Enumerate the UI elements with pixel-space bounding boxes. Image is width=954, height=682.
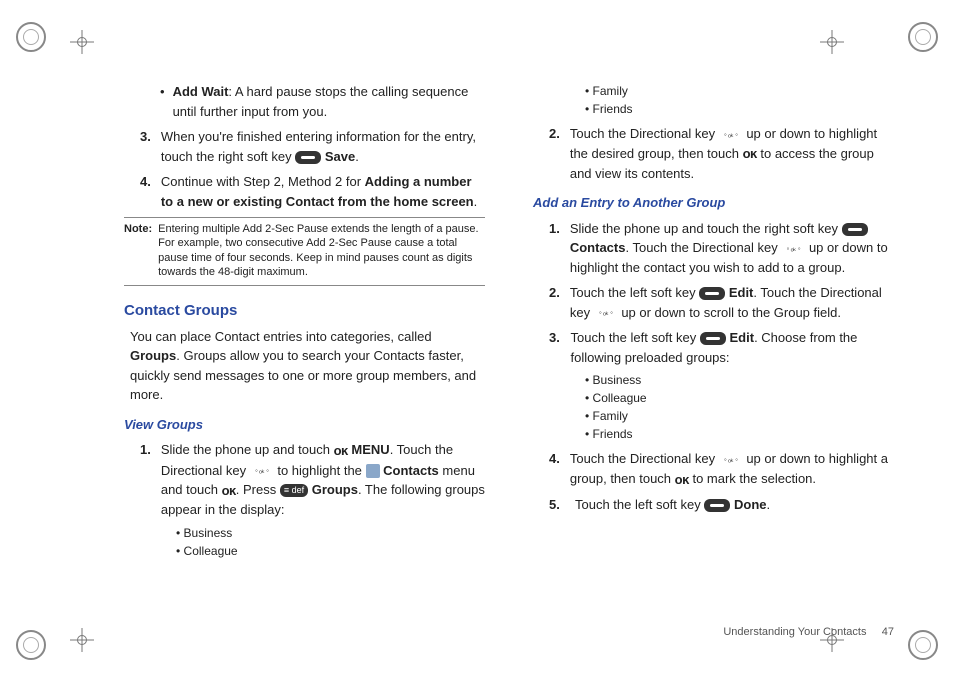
softkey-icon [295,151,321,164]
step-number: 4. [549,449,560,489]
step-4-text-a: Continue with Step 2, Method 2 for [161,174,365,189]
step-4: 4. Continue with Step 2, Method 2 for Ad… [140,172,485,211]
print-mark-icon [908,22,938,52]
contacts-app-icon [366,464,380,478]
note-block: Note: Entering multiple Add 2-Sec Pause … [124,222,485,279]
contacts-label: Contacts [383,463,439,478]
page-footer: Understanding Your Contacts 47 [723,624,894,641]
ok-icon [743,144,757,164]
ok-icon [222,481,236,501]
list-item: Friends [585,100,894,118]
step-number: 3. [549,328,561,367]
divider [124,285,485,286]
add-wait-label: Add Wait [173,84,229,99]
ae5-text: Touch the left soft key [575,497,704,512]
step-3-text-b: . [355,149,359,164]
right-column: Family Friends 2. Touch the Directional … [533,80,894,622]
section-heading-contact-groups: Contact Groups [124,300,485,323]
done-label: Done [734,497,767,512]
vg1-text: to highlight the [277,463,365,478]
step-number: 1. [140,440,151,520]
display-groups-list-cont: Family Friends [585,82,894,118]
step-number: 4. [140,172,151,211]
registration-mark-icon [820,30,844,54]
def-key-icon: ≡ def [280,484,308,498]
ae2-text: Touch the left soft key [570,285,699,300]
footer-section: Understanding Your Contacts [723,626,866,638]
groups-label: Groups [312,482,358,497]
note-label: Note: [124,222,152,279]
view-groups-step-2: 2. Touch the Directional key up or down … [549,124,894,183]
step-3: 3. When you're finished entering informa… [140,127,485,166]
list-item: Family [585,407,894,425]
groups-word: Groups [130,348,176,363]
vg1-text: . Press [236,482,280,497]
list-item: Business [176,524,485,542]
directional-key-icon [594,305,618,321]
list-item: Business [585,371,894,389]
print-mark-icon [908,630,938,660]
directional-key-icon [250,463,274,479]
save-label: Save [325,149,355,164]
add-entry-step-4: 4. Touch the Directional key up or down … [549,449,894,489]
ae3-text: Touch the left soft key [571,330,700,345]
add-entry-step-3: 3. Touch the left soft key Edit. Choose … [549,328,894,367]
left-column: • Add Wait: A hard pause stops the calli… [120,80,485,622]
ae1-text: Slide the phone up and touch the right s… [570,221,842,236]
edit-label: Edit [730,330,755,345]
page-number: 47 [882,626,894,638]
list-item: Family [585,82,894,100]
ae5-text: . [766,497,770,512]
softkey-icon [704,499,730,512]
ae4-text: to mark the selection. [692,471,816,486]
print-mark-icon [16,22,46,52]
display-groups-list: Business Colleague [176,524,485,560]
step-number: 2. [549,124,560,183]
step-number: 5. [549,495,565,515]
directional-key-icon [719,127,743,143]
ae1-text: . Touch the Directional key [625,240,781,255]
note-text: Entering multiple Add 2-Sec Pause extend… [158,222,485,279]
ok-icon [675,470,689,490]
ae4-text: Touch the Directional key [570,451,719,466]
ae2-text: up or down to scroll to the Group field. [621,305,841,320]
view-groups-step-1: 1. Slide the phone up and touch MENU. To… [140,440,485,520]
softkey-icon [700,332,726,345]
registration-mark-icon [70,628,94,652]
step-number: 1. [549,219,560,278]
para-text: You can place Contact entries into categ… [130,329,432,344]
ok-icon [334,441,348,461]
directional-key-icon [719,452,743,468]
preloaded-groups-list: Business Colleague Family Friends [585,371,894,443]
softkey-icon [842,223,868,236]
softkey-icon [699,287,725,300]
registration-mark-icon [70,30,94,54]
edit-label: Edit [729,285,754,300]
print-mark-icon [16,630,46,660]
contacts-label: Contacts [570,240,626,255]
menu-label: MENU [351,442,389,457]
contact-groups-para: You can place Contact entries into categ… [130,327,485,405]
directional-key-icon [781,241,805,257]
list-item: Colleague [585,389,894,407]
add-entry-step-2: 2. Touch the left soft key Edit. Touch t… [549,283,894,322]
bullet-add-wait: • Add Wait: A hard pause stops the calli… [160,82,485,121]
add-entry-step-1: 1. Slide the phone up and touch the righ… [549,219,894,278]
step2-text: Touch the Directional key [570,126,719,141]
para-text: . Groups allow you to search your Contac… [130,348,476,402]
step-4-text-b: . [474,194,478,209]
divider [124,217,485,218]
step-number: 2. [549,283,560,322]
subheading-add-entry: Add an Entry to Another Group [533,193,894,213]
list-item: Colleague [176,542,485,560]
step-number: 3. [140,127,151,166]
page-content: • Add Wait: A hard pause stops the calli… [120,80,894,622]
list-item: Friends [585,425,894,443]
add-entry-step-5: 5. Touch the left soft key Done. [549,495,894,515]
vg1-text: Slide the phone up and touch [161,442,334,457]
subheading-view-groups: View Groups [124,415,485,435]
